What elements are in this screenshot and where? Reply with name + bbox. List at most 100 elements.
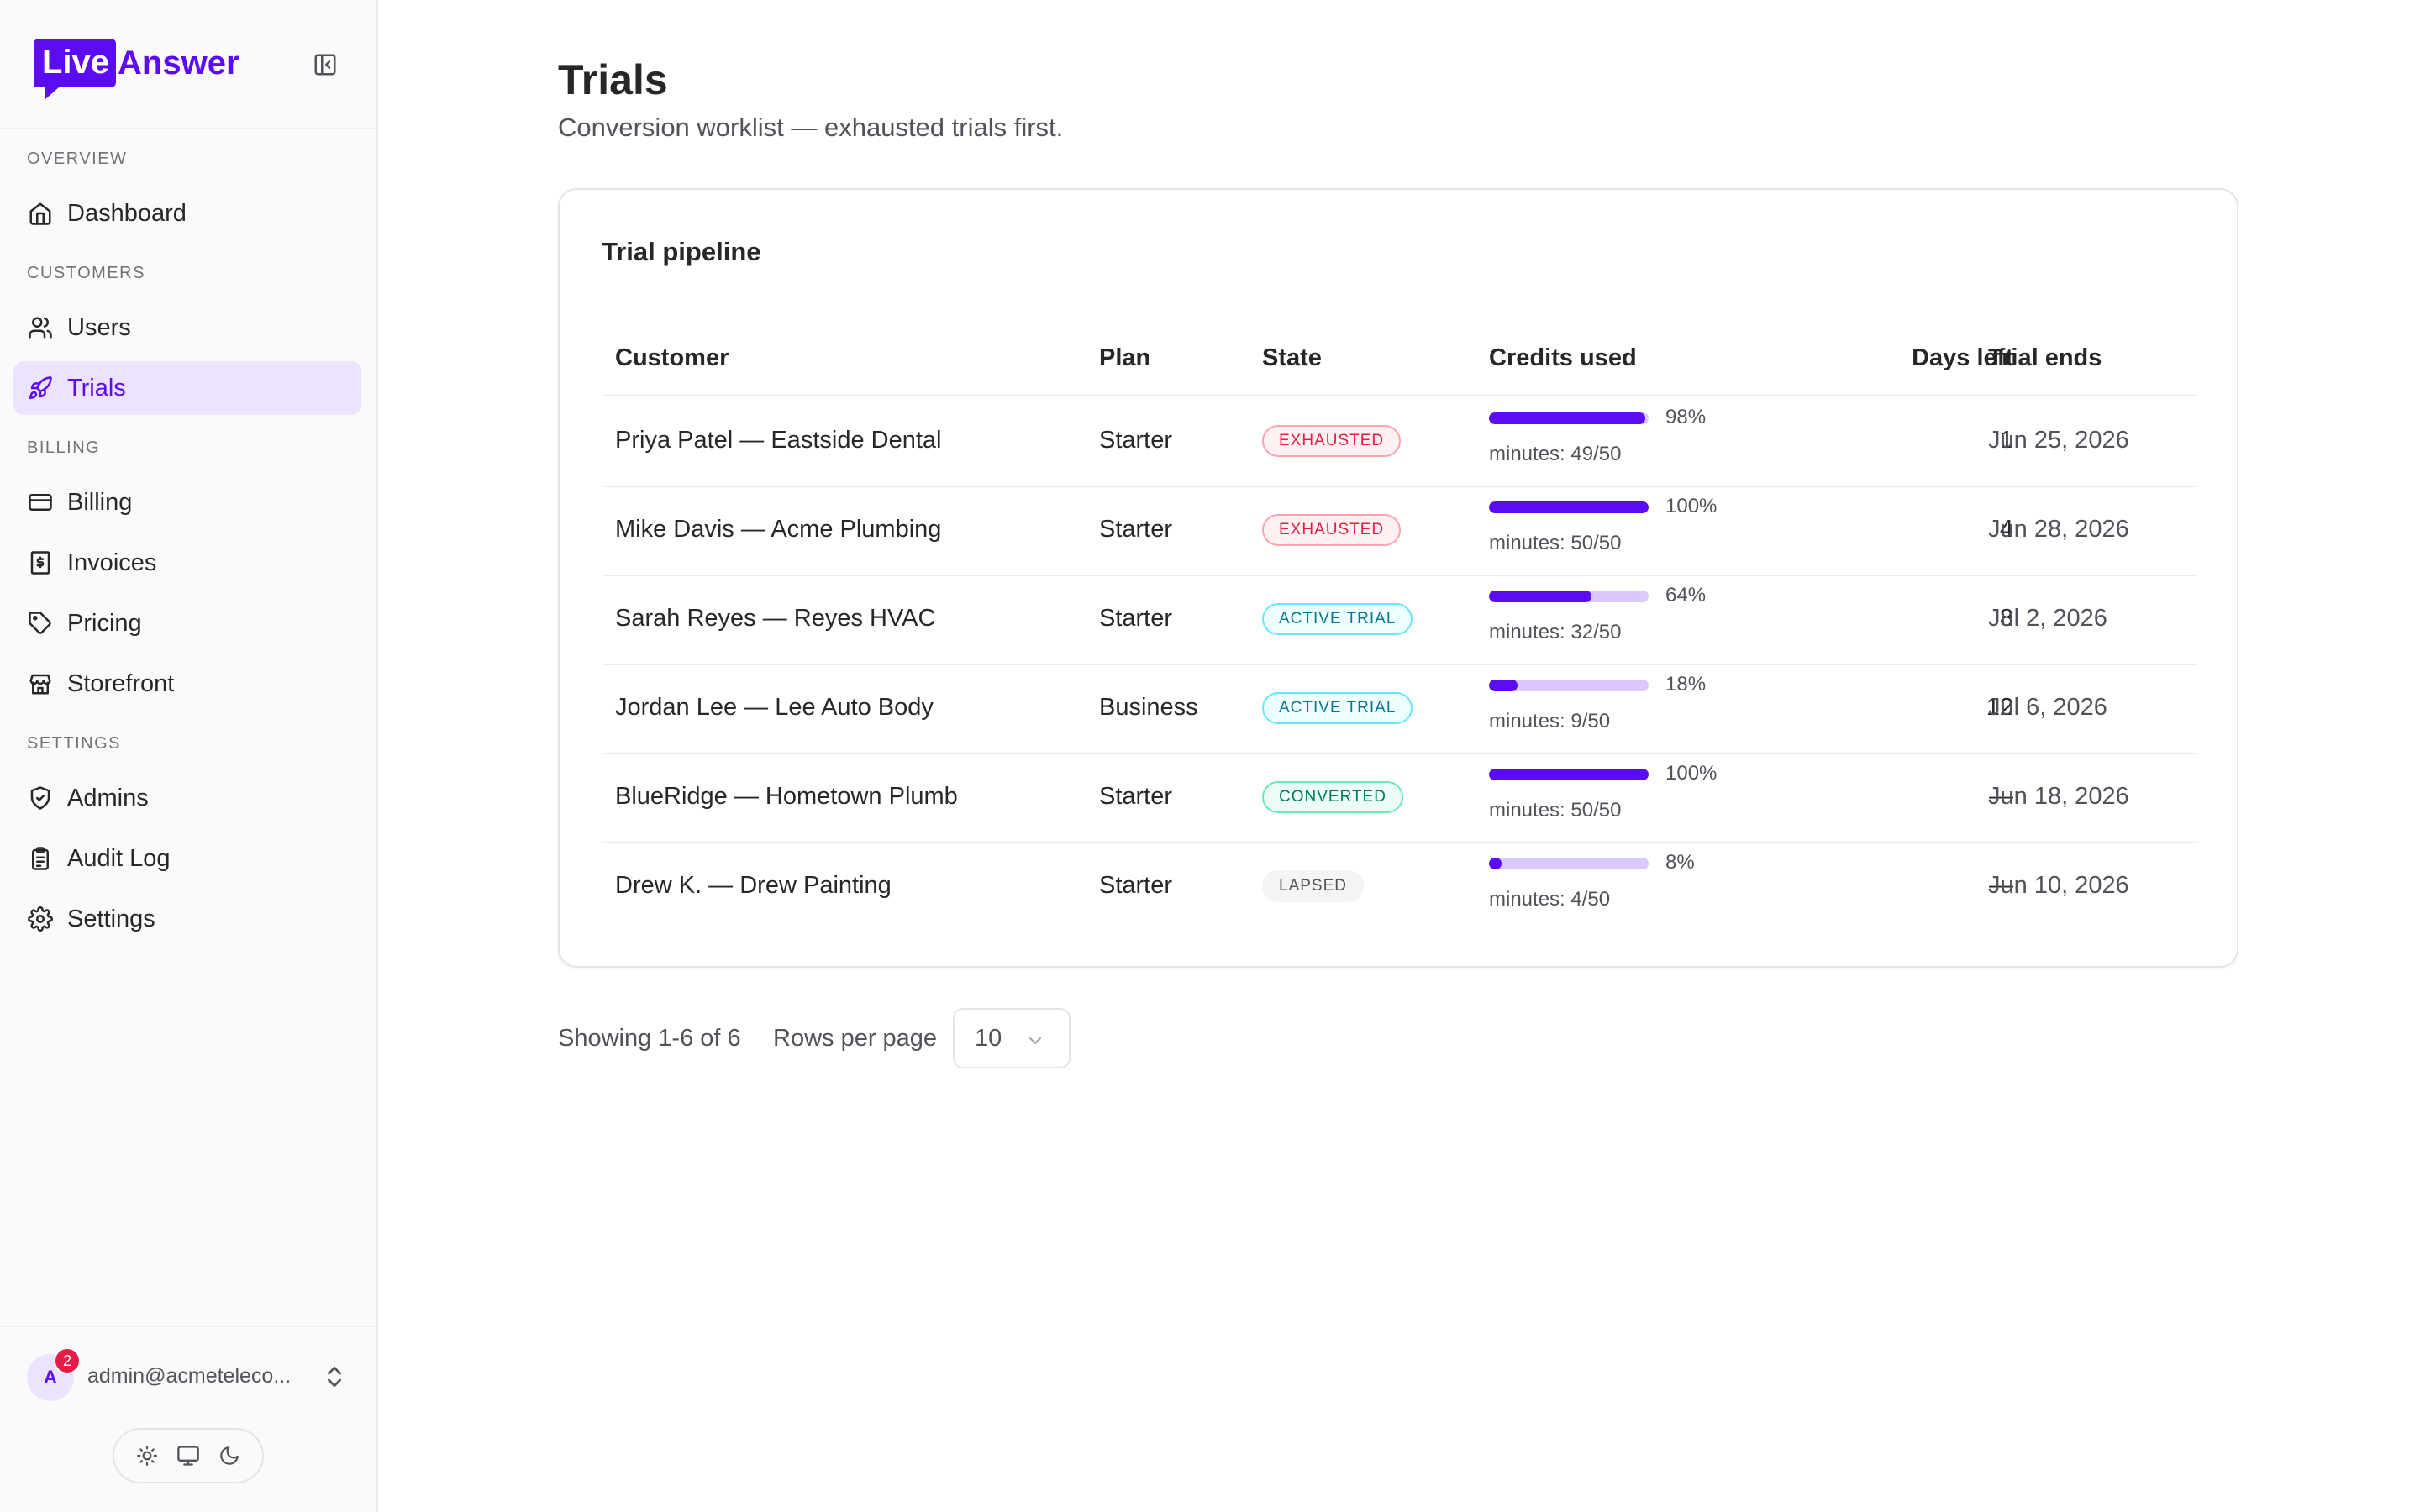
plan-name: Starter [1099,783,1173,810]
trial-end-date: Jun 25, 2026 [1988,427,2129,454]
theme-toggle [113,1428,264,1483]
sidebar: Live Answer OVERVIEW Dashboard CUSTOMERS… [0,0,378,1512]
sidebar-header: Live Answer [0,0,376,129]
table-row[interactable]: Jordan Lee — Lee Auto Body Business ACTIVE… [560,664,2240,753]
customer-name: Sarah Reyes — Reyes HVAC [615,605,936,632]
credits-progress-bar [1489,769,1649,780]
tag-icon [27,610,54,637]
credits-progress-fill [1489,501,1649,513]
brand-logo[interactable]: Live Answer [34,35,239,99]
minutes-used: minutes: 4/50 [1489,888,1611,911]
credits-progress-bar [1489,412,1649,424]
credit-card-icon [27,489,54,516]
status-badge: EXHAUSTED [1262,425,1402,457]
status-badge: ACTIVE TRIAL [1262,603,1413,635]
column-header-state[interactable]: State [1262,344,1322,372]
table-row[interactable]: Sarah Reyes — Reyes HVAC Starter ACTIVE TR… [560,575,2240,664]
customer-name: Jordan Lee — Lee Auto Body [615,694,934,721]
customer-name: BlueRidge — Hometown Plumb [615,783,958,810]
minutes-used: minutes: 9/50 [1489,710,1611,732]
trial-pipeline-card: Trial pipeline Customer Plan State Credi… [558,188,2238,968]
credits-progress-fill [1489,412,1646,424]
notification-badge: 2 [54,1347,81,1374]
sidebar-item-invoices[interactable]: Invoices [13,536,361,590]
table-row[interactable]: Mike Davis — Acme Plumbing Starter EXHAUST… [560,486,2240,575]
page-subtitle: Conversion worklist — exhausted trials f… [558,113,1064,142]
credits-percent: 64% [1665,584,1707,606]
plan-name: Starter [1099,516,1173,543]
rows-per-page-label: Rows per page [773,1025,938,1052]
credits-progress-bar [1489,501,1649,513]
section-label-overview: OVERVIEW [27,150,128,168]
credits-progress-fill [1489,591,1591,602]
sidebar-item-label: Invoices [67,549,157,576]
column-header-customer[interactable]: Customer [615,344,729,372]
section-label-billing: BILLING [27,438,101,457]
minutes-used: minutes: 32/50 [1489,621,1622,643]
credits-percent: 100% [1665,495,1718,517]
column-header-trial-ends[interactable]: Trial ends [1988,344,2102,372]
receipt-icon [27,549,54,576]
rocket-icon [27,375,54,402]
sidebar-item-billing[interactable]: Billing [13,475,361,529]
rows-per-page-value: 10 [975,1024,1002,1052]
table-row[interactable]: Priya Patel — Eastside Dental Starter EXHA… [560,396,2240,486]
column-header-credits-used[interactable]: Credits used [1489,344,1637,372]
moon-icon[interactable] [215,1441,244,1470]
monitor-icon[interactable] [174,1441,203,1470]
home-icon [27,200,54,227]
chevron-down-icon [1025,1030,1045,1050]
sidebar-item-dashboard[interactable]: Dashboard [13,186,361,240]
sidebar-item-label: Users [67,313,131,341]
store-icon [27,670,54,697]
plan-name: Starter [1099,427,1173,454]
customer-name: Mike Davis — Acme Plumbing [615,516,942,543]
credits-progress-fill [1489,858,1502,869]
sidebar-item-label: Audit Log [67,844,171,872]
status-badge: LAPSED [1262,870,1364,902]
section-label-settings: SETTINGS [27,734,122,753]
credits-percent: 18% [1665,673,1707,696]
chevrons-up-down-icon[interactable] [321,1362,348,1391]
minutes-used: minutes: 50/50 [1489,532,1622,554]
credits-progress-fill [1489,769,1649,780]
sidebar-item-admins[interactable]: Admins [13,771,361,825]
trial-end-date: Jun 18, 2026 [1988,783,2129,810]
sidebar-item-audit-log[interactable]: Audit Log [13,832,361,885]
page-title: Trials [558,56,668,103]
sidebar-item-settings[interactable]: Settings [13,892,361,946]
status-badge: ACTIVE TRIAL [1262,692,1413,724]
sidebar-item-trials[interactable]: Trials [13,361,361,415]
credits-percent: 100% [1665,762,1718,785]
minutes-used: minutes: 50/50 [1489,799,1622,822]
column-header-plan[interactable]: Plan [1099,344,1150,372]
plan-name: Business [1099,694,1198,721]
sidebar-collapse-icon[interactable] [311,50,339,79]
pagination-summary: Showing 1-6 of 6 [558,1025,741,1052]
trial-end-date: Jun 28, 2026 [1988,516,2129,543]
user-email[interactable]: admin@acmeteleco... [87,1364,291,1389]
status-badge: CONVERTED [1262,781,1403,813]
sidebar-item-pricing[interactable]: Pricing [13,596,361,650]
sun-icon[interactable] [133,1441,161,1470]
sidebar-item-label: Storefront [67,669,175,697]
sidebar-item-label: Admins [67,784,149,811]
customer-name: Drew K. — Drew Painting [615,872,892,899]
trial-end-date: Jun 10, 2026 [1988,872,2129,899]
credits-progress-fill [1489,680,1518,691]
trial-end-date: Jul 2, 2026 [1988,605,2107,632]
sidebar-item-users[interactable]: Users [13,301,361,354]
rows-per-page-select[interactable]: 10 [953,1008,1071,1068]
table-row[interactable]: Drew K. — Drew Painting Starter LAPSED 8% mi… [560,842,2240,931]
table-row[interactable]: BlueRidge — Hometown Plumb Starter CONVERT… [560,753,2240,842]
sidebar-item-label: Pricing [67,609,142,637]
sidebar-item-label: Settings [67,905,155,932]
minutes-used: minutes: 49/50 [1489,443,1622,465]
gear-icon [27,906,54,932]
sidebar-item-storefront[interactable]: Storefront [13,657,361,711]
sidebar-item-label: Trials [67,374,126,402]
credits-percent: 98% [1665,406,1707,428]
credits-progress-bar [1489,858,1649,869]
section-label-customers: CUSTOMERS [27,264,145,282]
plan-name: Starter [1099,605,1173,632]
